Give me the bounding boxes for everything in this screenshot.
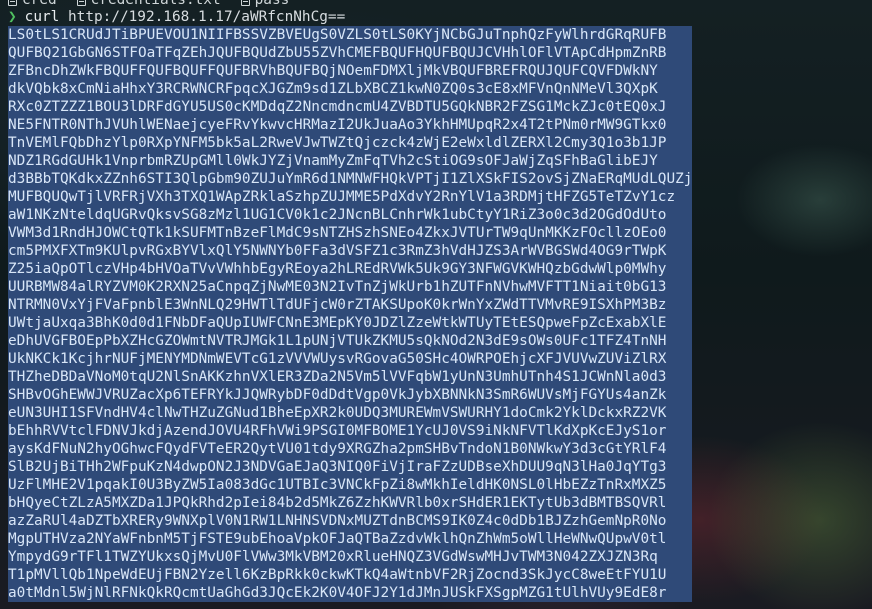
terminal-window[interactable]: cred credentials.txt pass ❯ curl http://1… (0, 0, 872, 609)
output-line: eUN3UHI1SFVndHV4clNwTHZuZGNud1BheEpXR2k0… (8, 404, 692, 422)
output-line: UWtjaUxqa3BhK0d0d1FNbDFaQUpIUWFCNnE3MEpK… (8, 314, 692, 332)
output-line: LS0tLS1CRUdJTiBPUEVOU1NIIFBSSVZBVEUgS0VZ… (8, 26, 692, 44)
output-line: cm5PMXFXTm9KUlpvRGxBYVlxQlY5NWNYb0FFa3dV… (8, 242, 692, 260)
output-line: ZFBncDhZWkFBQUFFQUFBQUFFQUFBRVhBQUFBQjNO… (8, 62, 692, 80)
output-line: VWM3d1RndHJOWCtQTk1kSUFMTnBzeFlMdC9sNTZH… (8, 224, 692, 242)
output-line: RXc0ZTZZZ1BOU3lDRFdGYU5US0cKMDdqZ2Nncmdn… (8, 98, 692, 116)
output-line: SHBvOGhEWWJVRUZacXp6TEFRYkJJQWRybDF0dDdt… (8, 386, 692, 404)
output-line: YmpydG9rTFl1TWZYUkxsQjMvU0FlVWw3MkVBM20x… (8, 548, 692, 566)
output-line: TnVEMlFQbDhzYlp0RXpYNFM5bk5aL2RweVJwTWZt… (8, 134, 692, 152)
output-line: QUFBQ21GbGN6STFOaTFqZEhJQUFBQUdZbU55ZVhC… (8, 44, 692, 62)
output-line: NTRMN0VxYjFVaFpnblE3WnNLQ29HWTlTdUFjcW0r… (8, 296, 692, 314)
output-line: MUFBQUQwTjlVRFRjVXh3TXQ1WApZRklaSzhpZUJM… (8, 188, 692, 206)
output-line: aysKdFNuN2hyOGhwcFQydFVTeER2QytVU01tdy9X… (8, 440, 692, 458)
output-line: UURBMW84alRYZVM0K2RXN25aCnpqZjNwME03N2Iv… (8, 278, 692, 296)
command-name: curl (24, 9, 60, 25)
output-line: d3BBbTQKdkxZZnh6STI3QlpGbm90ZUJuYmR6d1NM… (8, 170, 692, 188)
output-line: dkVQbk8xCmNiaHhxY3RCRWNCRFpqcXJGZm9sd1ZL… (8, 80, 692, 98)
output-line: THZheDBDaVNoM0tqU2NlSnAKKzhnVXlER3ZDa2N5… (8, 368, 692, 386)
command-argument: http://192.168.1.17/aWRfcnNhCg== (68, 9, 346, 25)
file-icon (76, 0, 86, 6)
file-icon (240, 0, 250, 6)
output-line: a0tMdnl5WjNlRFNkQkRQcmtUaGhGd3JQcEk2K0V4… (8, 584, 692, 602)
output-line: aW1NKzNteldqUGRvQksvSG8zMzl1UG1CV0k1c2JN… (8, 206, 692, 224)
output-line: NE5FNTR0NThJVUhlWENaejcyeFRvYkwvcHRMazI2… (8, 116, 692, 134)
output-line: MgpUTHVza2NYaWFnbnM5TjFSTE9ubEhoaVpkOFJa… (8, 530, 692, 548)
command-line[interactable]: ❯ curl http://192.168.1.17/aWRfcnNhCg== (8, 8, 345, 26)
output-line: Z25iaQpOTlczVHp4bHVOaTVvVWhhbEgyREoya2hL… (8, 260, 692, 278)
output-line: UzFlMHE2V1pqakI0U3ByZW5Ia083dGc1UTBIc3VN… (8, 476, 692, 494)
output-line: SlB2UjBiTHh2WFpuKzN4dwpON2J3NDVGaEJaQ3NI… (8, 458, 692, 476)
output-line: T1pMVllQb1NpeWdEUjFBN2Yzell6KzBpRkk0ckwK… (8, 566, 692, 584)
folder-icon (8, 0, 17, 6)
output-line: NDZ1RGdGUHk1VnprbmRZUpGMll0WkJYZjVnamMyZ… (8, 152, 692, 170)
prompt-symbol: ❯ (8, 9, 17, 25)
output-line: UkNKCk1KcjhrNUFjMENYMDNmWEVTcG1zVVVWUysv… (8, 350, 692, 368)
output-line: azZaRUl4aDZTbXRERy9WNXplV0N1RW1LNHNSVDNx… (8, 512, 692, 530)
output-line: eDhUVGFBOEpPbXZHcGZOWmtNVTRJMGk1L1pUNjVT… (8, 332, 692, 350)
command-output[interactable]: LS0tLS1CRUdJTiBPUEVOU1NIIFBSSVZBVEUgS0VZ… (8, 26, 700, 602)
output-line: bEhhRVVtclFDNVJkdjAzendJOVU4RFhVWi9PSGI0… (8, 422, 692, 440)
output-line: bHQyeCtZLzA5MXZDa1JPQkRhd2pIei84b2d5MkZ6… (8, 494, 692, 512)
